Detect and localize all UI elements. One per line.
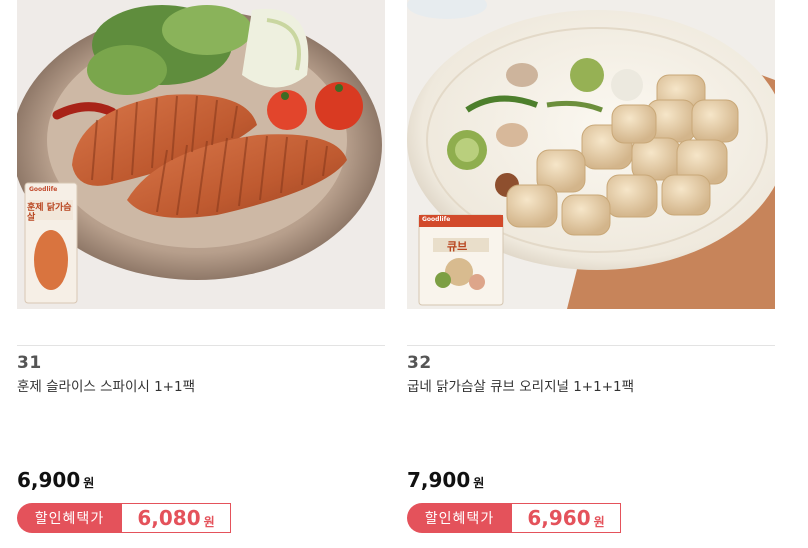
package-label: 훈제 닭가슴살 [27, 203, 72, 223]
discount-price-value: 6,960 [527, 506, 591, 530]
original-price: 7,900 원 [407, 468, 484, 492]
currency-unit: 원 [83, 476, 95, 490]
rank-number: 32 [407, 353, 432, 373]
price-value: 7,900 [407, 468, 471, 492]
product-image-chicken-cube[interactable]: Goodlife 큐브 [407, 0, 775, 309]
product-name[interactable]: 굽네 닭가슴살 큐브 오리지널 1+1+1팩 [407, 375, 634, 395]
product-image-smoked-chicken[interactable]: Goodlife 훈제 닭가슴살 [17, 0, 385, 309]
divider [407, 345, 775, 346]
product-photo [17, 0, 385, 309]
price-value: 6,900 [17, 468, 81, 492]
currency-unit: 원 [593, 514, 605, 529]
package-label: 큐브 [447, 240, 468, 253]
package-brand: Goodlife [29, 186, 58, 193]
discount-price: 6,080 원 [122, 503, 231, 533]
currency-unit: 원 [473, 476, 485, 490]
product-card[interactable]: Goodlife 훈제 닭가슴살 31 훈제 슬라이스 스파이시 1+1팩 6,… [17, 0, 386, 533]
discount-price: 6,960 원 [512, 503, 621, 533]
discount-price-badge: 할인혜택가 6,960 원 [407, 503, 621, 533]
currency-unit: 원 [203, 514, 215, 529]
discount-price-value: 6,080 [137, 506, 201, 530]
original-price: 6,900 원 [17, 468, 94, 492]
discount-price-badge: 할인혜택가 6,080 원 [17, 503, 231, 533]
divider [17, 345, 385, 346]
product-photo [407, 0, 775, 309]
discount-label: 할인혜택가 [407, 503, 512, 533]
product-name[interactable]: 훈제 슬라이스 스파이시 1+1팩 [17, 375, 195, 395]
rank-number: 31 [17, 353, 42, 373]
package-brand: Goodlife [422, 216, 451, 223]
discount-label: 할인혜택가 [17, 503, 122, 533]
product-card[interactable]: Goodlife 큐브 32 굽네 닭가슴살 큐브 오리지널 1+1+1팩 7,… [407, 0, 776, 533]
